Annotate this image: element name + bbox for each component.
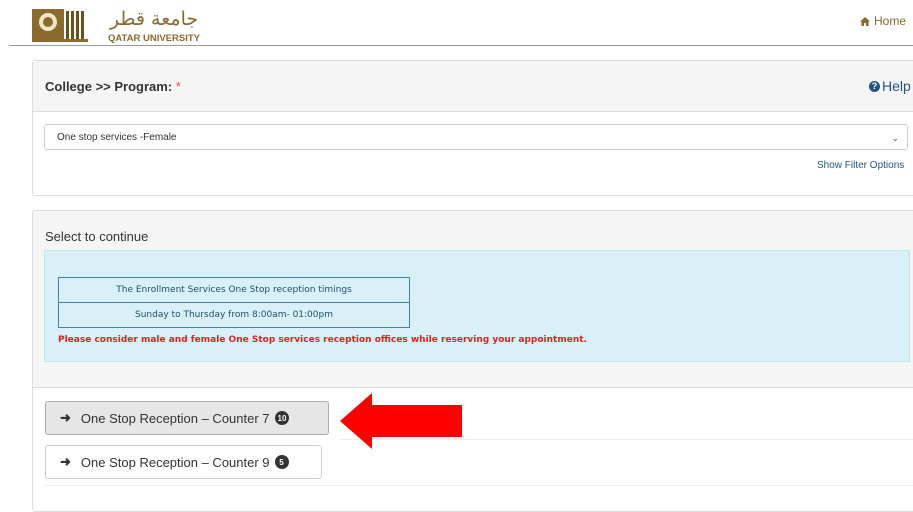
show-filter-options-link[interactable]: Show Filter Options (817, 160, 904, 171)
question-circle-icon: ? (869, 80, 880, 92)
red-arrow-left-icon (340, 393, 462, 449)
timings-table: The Enrollment Services One Stop recepti… (58, 277, 410, 328)
counter-7-button[interactable]: ➜ One Stop Reception – Counter 7 10 (45, 401, 329, 435)
continue-panel-heading: Select to continue The Enrollment Servic… (33, 211, 913, 388)
svg-text:جامعة قطر: جامعة قطر (109, 8, 198, 30)
home-link[interactable]: Home (859, 14, 906, 28)
arrow-right-icon: ➜ (60, 410, 71, 425)
counter-7-badge: 10 (274, 411, 290, 425)
table-row: Sunday to Thursday from 8:00am- 01:00pm (58, 302, 410, 328)
arrow-right-icon: ➜ (60, 454, 71, 469)
help-label: Help (882, 78, 911, 94)
timings-heading-cell: The Enrollment Services One Stop recepti… (58, 277, 410, 303)
qatar-university-logo[interactable]: جامعة قطر QATAR UNIVERSITY (32, 3, 242, 43)
counter-9-label: One Stop Reception – Counter 9 (80, 454, 270, 470)
required-mark: * (175, 79, 181, 94)
program-panel: College >> Program: * ? Help One stop se… (32, 60, 913, 196)
warning-text: Please consider male and female One Stop… (58, 335, 587, 345)
program-panel-heading: College >> Program: * ? Help (33, 61, 913, 112)
program-title-text: College >> Program: (45, 79, 173, 94)
svg-text:QATAR UNIVERSITY: QATAR UNIVERSITY (108, 33, 201, 43)
counter-9-badge: 5 (274, 455, 289, 469)
program-select-value: One stop services -Female (57, 132, 177, 143)
info-alert: The Enrollment Services One Stop recepti… (44, 250, 910, 362)
home-icon (859, 16, 870, 26)
table-row: The Enrollment Services One Stop recepti… (58, 277, 410, 303)
home-label: Home (873, 14, 906, 28)
help-link[interactable]: ? Help (869, 78, 911, 94)
timings-hours-cell: Sunday to Thursday from 8:00am- 01:00pm (58, 302, 410, 328)
counter-7-label: One Stop Reception – Counter 7 (80, 410, 270, 426)
header-divider (9, 45, 913, 46)
chevron-down-icon: ⌄ (891, 133, 899, 143)
program-select[interactable]: One stop services -Female ⌄ (44, 124, 908, 150)
counter-9-button[interactable]: ➜ One Stop Reception – Counter 9 5 (45, 445, 322, 479)
program-title: College >> Program: * (45, 79, 181, 94)
top-bar: جامعة قطر QATAR UNIVERSITY Home (0, 0, 913, 46)
select-to-continue-label: Select to continue (45, 229, 149, 244)
list-divider (45, 485, 913, 486)
continue-panel: Select to continue The Enrollment Servic… (32, 210, 913, 512)
